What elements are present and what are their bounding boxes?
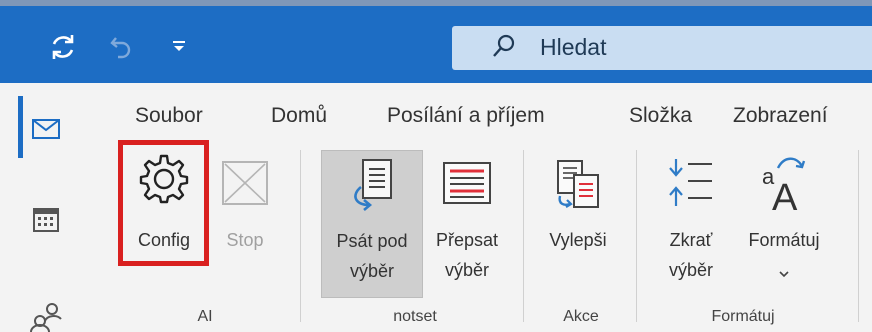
write-under-selection-button[interactable]: Psát pod výběr	[321, 150, 423, 298]
search-box[interactable]: Hledat	[452, 26, 872, 70]
group-separator	[300, 150, 301, 322]
group-separator	[858, 150, 859, 322]
document-arrow-icon	[349, 157, 397, 211]
undo-icon[interactable]	[106, 32, 136, 62]
customize-quick-access-icon[interactable]	[166, 34, 192, 60]
search-icon	[490, 32, 518, 60]
rewrite-selection-button[interactable]: Přepsat výběr	[424, 150, 510, 298]
group-label-formatuj: Formátuj	[711, 308, 775, 325]
window-top-border	[0, 0, 872, 6]
group-label-akce: Akce	[563, 308, 599, 325]
improve-label: Vylepši	[549, 230, 607, 250]
stop-label: Stop	[226, 230, 264, 250]
highlight-box	[118, 140, 209, 266]
shorten-label-1: Zkrať	[669, 230, 713, 250]
mail-icon[interactable]	[26, 109, 66, 149]
write-under-label-1: Psát pod	[336, 231, 408, 251]
documents-swap-icon	[554, 158, 602, 210]
active-indicator	[18, 96, 23, 158]
shorten-label-2: výběr	[668, 260, 713, 280]
app-rail	[0, 83, 80, 332]
format-label: Formátuj	[748, 230, 820, 250]
chevron-down-icon	[779, 266, 789, 278]
font-size-icon: a A	[756, 154, 812, 219]
shorten-icon	[666, 156, 716, 212]
group-label-notset: notset	[393, 308, 437, 325]
people-icon[interactable]	[26, 299, 66, 332]
stop-button[interactable]: Stop	[210, 146, 280, 261]
group-separator	[636, 150, 637, 322]
rewrite-label-1: Přepsat	[435, 230, 499, 250]
improve-button[interactable]: Vylepši	[535, 150, 621, 298]
close-icon	[221, 160, 269, 206]
calendar-icon[interactable]	[26, 200, 66, 240]
sync-icon[interactable]	[46, 30, 80, 64]
document-lines-icon	[441, 160, 493, 206]
tab-posilani[interactable]: Posílání a příjem	[387, 104, 545, 128]
tab-zobrazeni[interactable]: Zobrazení	[733, 104, 828, 128]
group-label-ai: AI	[197, 308, 213, 325]
shorten-selection-button[interactable]: Zkrať výběr	[650, 150, 732, 298]
search-placeholder: Hledat	[540, 34, 607, 60]
tab-slozka[interactable]: Složka	[629, 104, 692, 128]
title-bar: Hledat	[0, 0, 872, 83]
rewrite-label-2: výběr	[444, 260, 489, 280]
format-button[interactable]: a A Formátuj	[736, 150, 832, 298]
group-separator	[523, 150, 524, 322]
write-under-label-2: výběr	[349, 261, 394, 281]
tab-domu[interactable]: Domů	[271, 104, 327, 128]
tab-soubor[interactable]: Soubor	[135, 104, 203, 128]
svg-text:A: A	[772, 177, 798, 212]
